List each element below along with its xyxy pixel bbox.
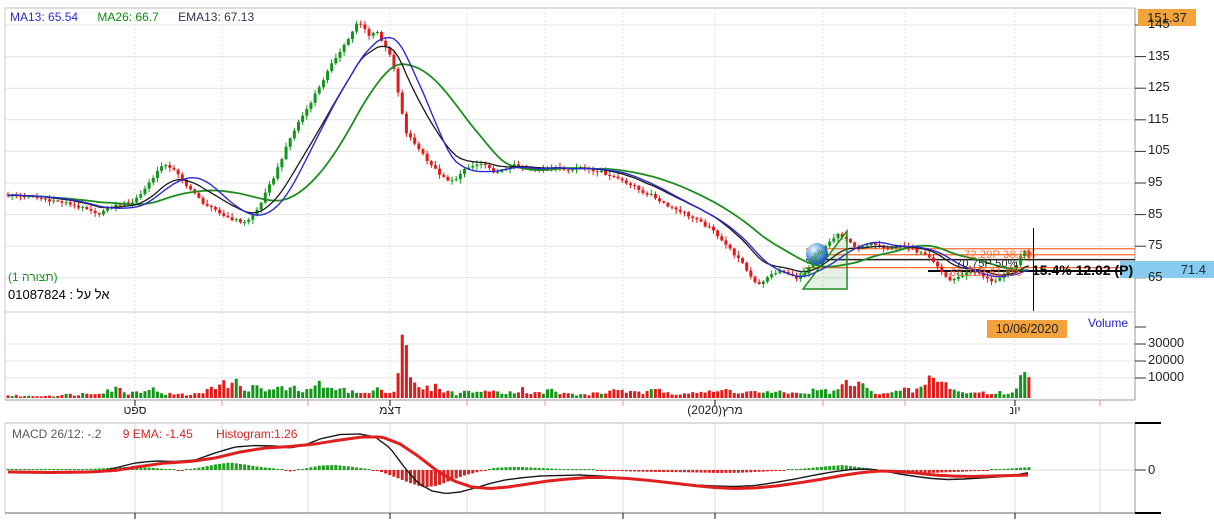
macd-zero-tick-label: 0 xyxy=(1148,463,1155,477)
ma13-legend: MA13: 65.54 xyxy=(10,10,78,24)
volume-tick-label: 20000 xyxy=(1148,353,1184,367)
last-price-label: 71.4 xyxy=(1120,261,1214,278)
x-axis-month-label: ספט xyxy=(124,404,147,417)
macd-legend: MACD 26/12: -.2 9 EMA: -1.45 Histogram:1… xyxy=(12,428,297,441)
price-tick-label: 125 xyxy=(1148,80,1170,94)
macd-value-label: MACD 26/12: -.2 xyxy=(12,427,101,441)
volume-tick-label: 10000 xyxy=(1148,370,1184,384)
price-tick-label: 65 xyxy=(1148,270,1162,284)
macd-panel xyxy=(7,434,1031,493)
chart-window: MA13: 65.54 MA26: 66.7 EMA13: 67.13 (תצו… xyxy=(0,0,1214,522)
configuration-label: (תצורה 1) xyxy=(8,271,58,284)
price-tick-label: 75 xyxy=(1148,238,1162,252)
price-tick-label: 105 xyxy=(1148,143,1170,157)
x-axis-month-label: דצמ xyxy=(379,404,400,417)
ma26-legend: MA26: 66.7 xyxy=(97,10,158,24)
price-tick-label: 115 xyxy=(1148,112,1169,126)
candlesticks[interactable] xyxy=(7,20,1031,287)
moving-average-lines xyxy=(8,38,1029,277)
price-tick-label: 135 xyxy=(1148,49,1170,63)
ema13-legend: EMA13: 67.13 xyxy=(178,10,254,24)
selected-date-label: 10/06/2020 xyxy=(987,320,1067,338)
fib-618-label: 68.21P 61.8% xyxy=(950,267,1021,279)
x-axis-month-label: יונ xyxy=(1010,404,1021,417)
macd-signal-label: 9 EMA: -1.45 xyxy=(123,427,193,441)
volume-tick-label: 30000 xyxy=(1148,336,1184,350)
price-tick-label: 85 xyxy=(1148,207,1162,221)
volume-axis-title: Volume xyxy=(1088,317,1128,330)
retracement-measure-label: 15.4% 12.02 (P) xyxy=(1032,263,1133,278)
indicator-legend: MA13: 65.54 MA26: 66.7 EMA13: 67.13 xyxy=(10,11,270,24)
instrument-name-label: אל על : 01087824 xyxy=(8,288,110,302)
x-axis-month-label: מרץ(2020) xyxy=(687,404,742,417)
price-tick-label: 145 xyxy=(1148,17,1170,31)
macd-histogram-label: Histogram:1.26 xyxy=(216,427,297,441)
price-tick-label: 95 xyxy=(1148,175,1162,189)
